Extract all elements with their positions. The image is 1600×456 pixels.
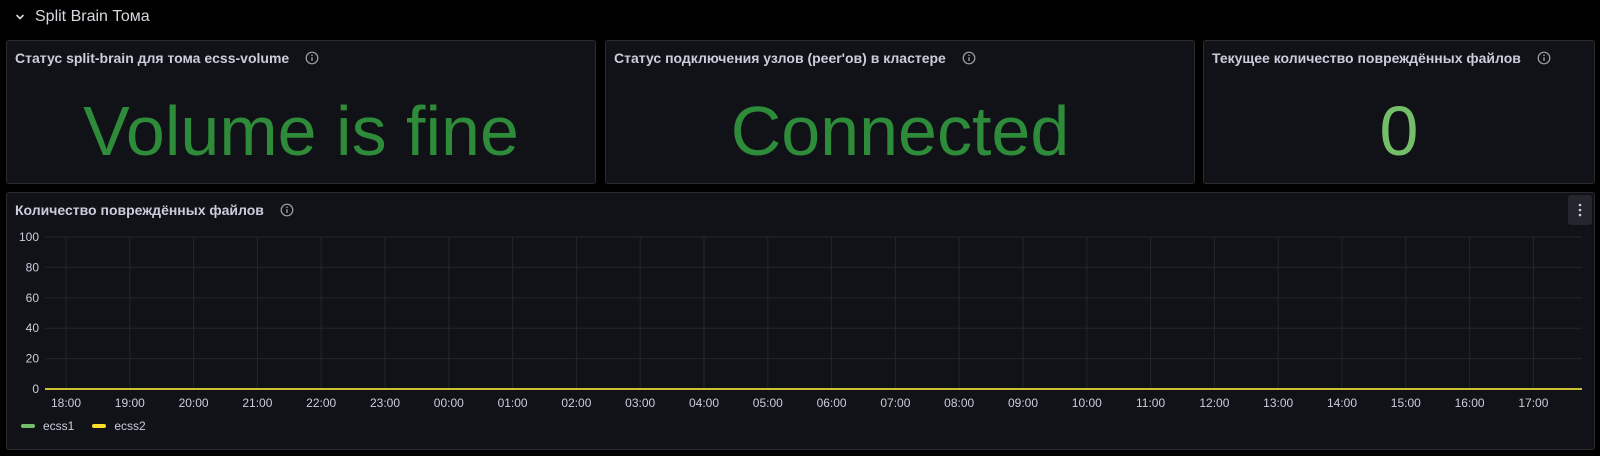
legend-label: ecss1 [43, 419, 75, 433]
panel-header: Текущее количество повреждённых файлов [1212, 47, 1551, 69]
panel-title: Текущее количество повреждённых файлов [1212, 50, 1521, 66]
x-tick-label: 01:00 [498, 396, 528, 410]
stat-value: 0 [1379, 92, 1419, 170]
panel-title: Статус подключения узлов (peer'ов) в кла… [614, 50, 946, 66]
panel-header: Статус split-brain для тома ecss-volume [15, 47, 319, 69]
info-icon[interactable] [962, 51, 976, 65]
info-icon[interactable] [1537, 51, 1551, 65]
x-tick-label: 09:00 [1008, 396, 1038, 410]
info-icon[interactable] [305, 51, 319, 65]
x-tick-label: 03:00 [625, 396, 655, 410]
stat-value: Connected [730, 92, 1070, 170]
x-tick-label: 02:00 [561, 396, 591, 410]
x-tick-label: 10:00 [1072, 396, 1102, 410]
y-tick-label: 20 [26, 352, 40, 366]
y-tick-label: 0 [32, 382, 39, 396]
row-title: Split Brain Тома [35, 8, 150, 25]
y-tick-label: 60 [26, 291, 40, 305]
x-tick-label: 13:00 [1263, 396, 1293, 410]
legend-swatch [92, 424, 107, 428]
chart: 0 20 40 60 80 100 18:00 19:00 20:00 21:00 22:00 23:… [19, 230, 1582, 410]
x-tick-label: 15:00 [1391, 396, 1421, 410]
x-tick-label: 05:00 [753, 396, 783, 410]
x-tick-label: 11:00 [1136, 396, 1165, 410]
row-header[interactable]: Split Brain Тома [0, 0, 1600, 34]
y-tick-label: 100 [19, 230, 39, 244]
y-tick-label: 40 [26, 321, 40, 335]
panel-damaged-files-current: Текущее количество повреждённых файлов 0 [1203, 40, 1595, 184]
legend-label: ecss2 [114, 419, 146, 433]
x-tick-label: 16:00 [1455, 396, 1485, 410]
x-tick-label: 04:00 [689, 396, 719, 410]
panel-header: Статус подключения узлов (peer'ов) в кла… [614, 47, 976, 69]
panel-title: Статус split-brain для тома ecss-volume [15, 50, 290, 66]
panel-peer-connection-status: Статус подключения узлов (peer'ов) в кла… [605, 40, 1195, 184]
chevron-down-icon[interactable] [14, 11, 26, 23]
chart-legend: ecss1 ecss2 [21, 419, 164, 433]
x-tick-label: 22:00 [306, 396, 336, 410]
panel-damaged-files-graph: Количество повреждённых файлов 0 20 40 60 80… [6, 192, 1595, 450]
x-tick-label: 20:00 [179, 396, 209, 410]
stat-value: Volume is fine [83, 92, 519, 170]
x-tick-label: 00:00 [434, 396, 464, 410]
legend-item-ecss2[interactable]: ecss2 [92, 419, 146, 433]
x-tick-label: 14:00 [1327, 396, 1357, 410]
x-tick-label: 12:00 [1199, 396, 1229, 410]
x-tick-label: 17:00 [1518, 396, 1548, 410]
legend-swatch [21, 424, 35, 428]
panel-split-brain-status: Статус split-brain для тома ecss-volume … [6, 40, 596, 184]
legend-item-ecss1[interactable]: ecss1 [21, 419, 74, 433]
x-tick-label: 18:00 [51, 396, 81, 410]
y-tick-label: 80 [26, 260, 40, 274]
x-tick-label: 06:00 [817, 396, 847, 410]
x-tick-label: 23:00 [370, 396, 400, 410]
x-tick-label: 19:00 [115, 396, 145, 410]
x-tick-label: 08:00 [944, 396, 974, 410]
x-tick-label: 07:00 [880, 396, 910, 410]
x-tick-label: 21:00 [242, 396, 272, 410]
